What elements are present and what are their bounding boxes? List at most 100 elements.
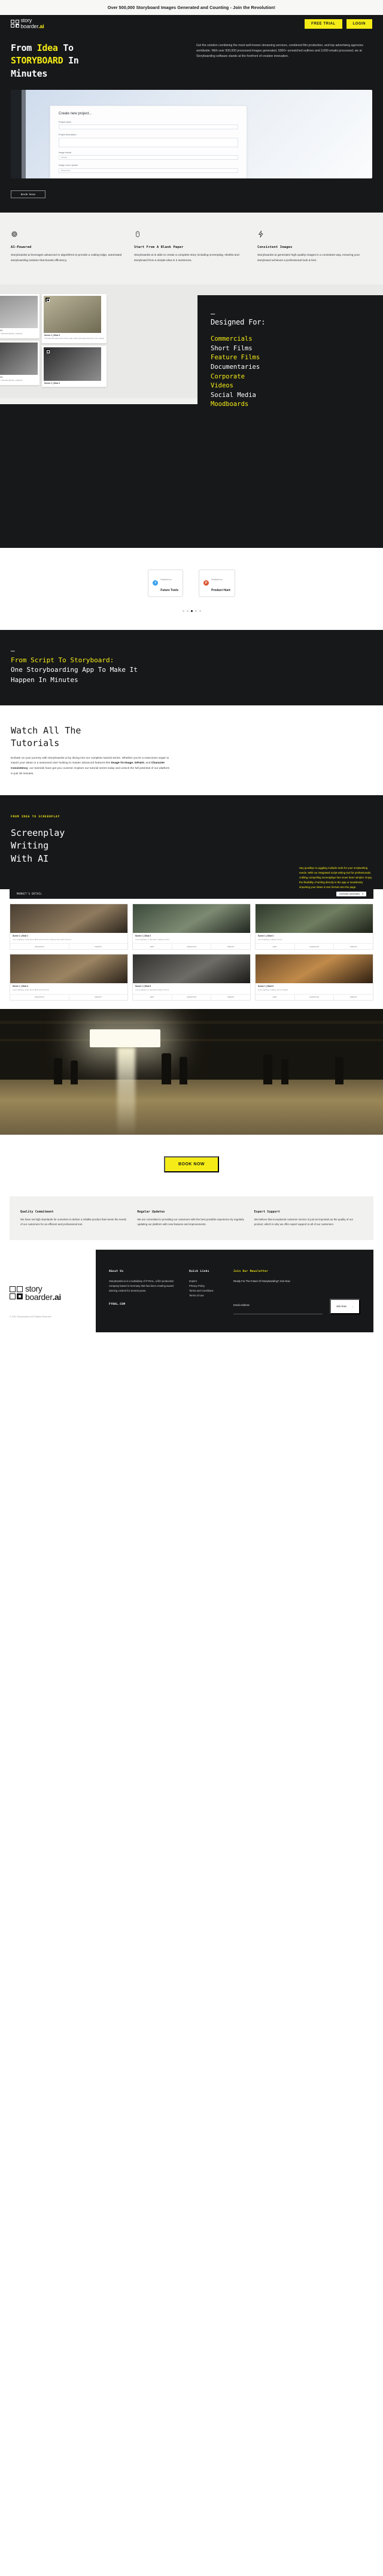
tutorials-bold-1: Image-To-Image [111, 762, 133, 765]
designed-for-item: Social Media [211, 391, 256, 399]
footer-fynal-link[interactable]: FYNAL.COM [109, 1303, 180, 1306]
footer-about-column: About Us Storyboarder.ai is a subsidiary… [109, 1270, 180, 1314]
shot-action-variation[interactable]: VARIATION [10, 994, 69, 1000]
free-trial-button[interactable]: FREE TRIAL [305, 19, 342, 29]
chevron-down-icon: ▾ [362, 892, 363, 895]
carousel-dot[interactable] [186, 610, 189, 612]
footer-link-imprint[interactable]: Imprint [189, 1279, 224, 1284]
app-ui-toolbar: MARKET'S DETAIL Cinematic (cinematic) ▾ [10, 889, 373, 899]
shot-card[interactable]: Scene 1 | Shot 6 Lorem lighting, holding… [255, 954, 373, 1001]
footer-logo-text: story boarder.ai [25, 1284, 61, 1302]
gallery-card[interactable]: Scene 1 | Shot 3 A female European fan's… [42, 293, 107, 343]
shot-action-inpaint[interactable]: INPAINT [69, 995, 128, 1000]
hero-section: story boarder.ai FREE TRIAL LOGIN From I… [0, 15, 383, 213]
login-button[interactable]: LOGIN [346, 19, 372, 29]
project-name-label: Project name [59, 120, 72, 123]
photo-figure [281, 1059, 288, 1084]
logo-suffix: .ai [38, 23, 44, 29]
hero-title-1b: Idea [37, 43, 58, 53]
book-now-section: BOOK NOW [0, 1134, 383, 1196]
designed-for-heading: Designed For: [211, 318, 266, 327]
shot-card[interactable]: Scene 1 | Shot 3 Lorem lighting, holding… [255, 903, 373, 950]
badge-text: Featured on Future Tools [160, 572, 178, 594]
shot-meta: Lorem lighting, holding mirrors [258, 938, 282, 941]
shot-caption: Scene 1 | Shot 4 [10, 983, 127, 989]
carousel-dot[interactable] [199, 610, 201, 612]
tutorials-section: Watch All The Tutorials Embark on your j… [0, 705, 383, 796]
project-desc-input[interactable] [59, 137, 238, 147]
shot-action-variation[interactable]: VARIATION [295, 994, 335, 1000]
photo-figure [335, 1056, 344, 1084]
shot-card[interactable]: Scene 1 | Shot 1 Lorem lighting, a Rex R… [10, 903, 128, 950]
script-heading-line1: From Script To Storyboard: [11, 656, 114, 664]
footer-newsletter-title: Join Our Newsletter [233, 1270, 269, 1274]
footer-dark-panel: About Us Storyboarder.ai is a subsidiary… [96, 1250, 373, 1333]
shot-action-edit[interactable]: EDIT [133, 944, 172, 950]
shot-action-variation[interactable]: VARIATION [172, 944, 212, 950]
badge-small-text: Featured on [211, 578, 223, 581]
footer-logo[interactable]: story boarder.ai [10, 1284, 89, 1302]
shot-action-edit[interactable]: EDIT [256, 944, 295, 950]
shot-card[interactable]: Scene 1 | Shot 5 Lorem lighting, or dram… [132, 954, 251, 1001]
carousel-dot[interactable] [194, 610, 197, 612]
image-cover-file-input[interactable]: Select file... [59, 168, 238, 173]
commitment-updates: Regular Updates We are committed to prov… [137, 1211, 245, 1227]
hero-book-now-button[interactable]: Book Now [11, 190, 45, 198]
image-format-select[interactable]: Select... [59, 155, 238, 160]
carousel-dots[interactable] [182, 610, 201, 612]
shot-action-variation[interactable]: VARIATION [295, 944, 335, 950]
carousel-dot[interactable] [182, 610, 184, 612]
image-format-label: Image format [59, 151, 72, 154]
commitment-title: Expert Support [254, 1210, 280, 1214]
badge-small-text: Featured on [160, 578, 172, 581]
footer-link-privacy[interactable]: Privacy Policy [189, 1284, 224, 1289]
shot-action-variation[interactable]: VARIATION [10, 944, 69, 950]
shot-actions: EDIT VARIATION INPAINT [256, 993, 373, 1000]
carousel-dot-active[interactable] [190, 610, 193, 612]
gallery-card[interactable]: Scene 1 | Shot 4 [42, 345, 107, 387]
shot-action-edit[interactable]: EDIT [133, 994, 172, 1000]
shots-grid: Scene 1 | Shot 1 Lorem lighting, a Rex R… [10, 903, 373, 1001]
footer-about-title: About Us [109, 1270, 124, 1274]
project-desc-label: Project description [59, 134, 77, 137]
shot-caption: Scene 1 | Shot 2 [133, 933, 250, 938]
logo[interactable]: story boarder.ai [11, 18, 44, 29]
script-dash: — [11, 646, 15, 654]
shot-action-edit[interactable]: EDIT [256, 994, 295, 1000]
gallery-caption-title: Scene 1 | Shot 3 [44, 334, 60, 337]
shot-actions: VARIATION INPAINT [10, 993, 128, 1000]
product-hunt-badge[interactable]: P Featured on Product Hunt [199, 569, 235, 597]
shot-card[interactable]: Scene 1 | Shot 4 Lorem lighting, a Rex R… [10, 954, 128, 1001]
commitment-quality: Quality Commitment We have set high stan… [20, 1211, 129, 1227]
app-project-label: MARKET'S DETAIL [17, 892, 42, 896]
footer-newsletter-column: Join Our Newsletter Ready For The Future… [233, 1270, 360, 1315]
top-navigation: story boarder.ai FREE TRIAL LOGIN [0, 15, 383, 32]
book-now-button[interactable]: BOOK NOW [163, 1156, 220, 1172]
commitment-body: We are committed to providing our custom… [137, 1217, 244, 1226]
hero-paragraph: Get the solution combining the most well… [196, 44, 363, 58]
shot-action-inpaint[interactable]: INPAINT [211, 995, 250, 1000]
shot-meta: Lorem lighting, or dramatic, holding mir… [135, 938, 170, 941]
feature-title: AI-Powered [11, 245, 32, 249]
shot-action-inpaint[interactable]: INPAINT [69, 944, 128, 949]
future-tools-badge[interactable]: f Featured on Future Tools [148, 569, 184, 597]
shot-meta: Lorem lighting, or dramatic holding mirr… [135, 989, 169, 992]
gallery-image [0, 342, 38, 375]
gallery-card[interactable]: Scene 1 | Shot 1 Lorem lighting, or dram… [0, 293, 39, 338]
shot-action-inpaint[interactable]: INPAINT [334, 944, 373, 949]
join-now-button[interactable]: Join Now → [329, 1299, 360, 1315]
project-name-input[interactable] [59, 125, 238, 130]
shot-card[interactable]: Scene 1 | Shot 2 Lorem lighting, or dram… [132, 903, 251, 950]
footer-link-terms-conditions[interactable]: Terms and Conditions [189, 1289, 224, 1293]
app-style-select[interactable]: Cinematic (cinematic) ▾ [336, 891, 366, 896]
gallery-card[interactable]: Scene 1 | Shot 2 Lorem lighting, or dram… [0, 340, 39, 385]
image-badge-icon [45, 297, 50, 302]
screenplay-heading-line2: Writing [11, 840, 49, 851]
photo-beam [0, 1020, 383, 1024]
footer-link-terms-use[interactable]: Terms of Use [189, 1293, 224, 1298]
shot-action-variation[interactable]: VARIATION [172, 994, 212, 1000]
commitment-body: We believe that exceptional customer ser… [254, 1217, 354, 1226]
shot-action-inpaint[interactable]: INPAINT [334, 995, 373, 1000]
designed-for-panel: — Designed For: Commercials Short Films … [197, 295, 383, 428]
shot-action-inpaint[interactable]: INPAINT [211, 944, 250, 949]
